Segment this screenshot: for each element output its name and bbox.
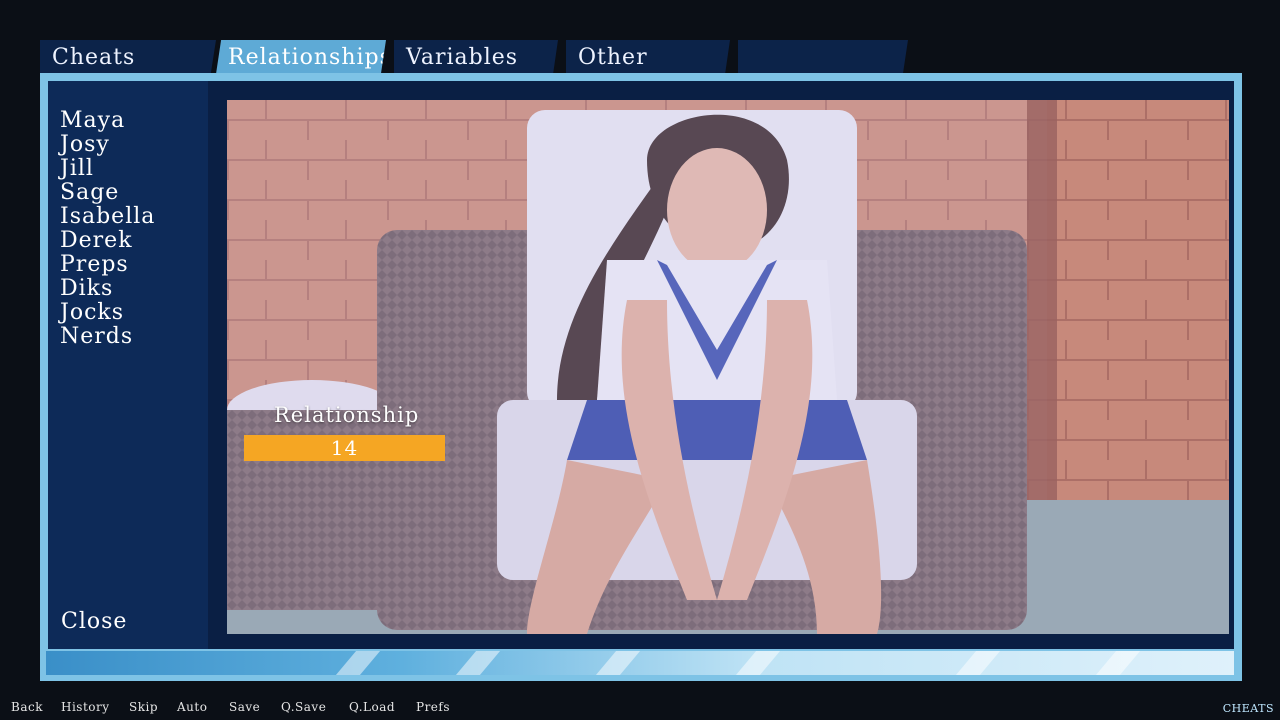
quick-back-button[interactable]: Back bbox=[11, 700, 43, 714]
tab-variables[interactable]: Variables bbox=[394, 40, 558, 74]
quick-qload-button[interactable]: Q.Load bbox=[349, 700, 395, 714]
character-item-jocks[interactable]: Jocks bbox=[60, 301, 155, 325]
bar-stripe bbox=[455, 651, 501, 675]
tab-cheats[interactable]: Cheats bbox=[40, 40, 216, 74]
cheats-corner-button[interactable]: CHEATS bbox=[1223, 702, 1274, 715]
relationship-value: 14 bbox=[330, 436, 359, 460]
panel-bottom-bar bbox=[46, 651, 1234, 675]
quick-prefs-button[interactable]: Prefs bbox=[416, 700, 450, 714]
character-item-jill[interactable]: Jill bbox=[60, 157, 155, 181]
character-item-nerds[interactable]: Nerds bbox=[60, 325, 155, 349]
character-item-sage[interactable]: Sage bbox=[60, 181, 155, 205]
character-item-maya[interactable]: Maya bbox=[60, 109, 155, 133]
tab-bar: Cheats Relationships Variables Other bbox=[40, 40, 908, 74]
tab-other[interactable]: Other bbox=[566, 40, 730, 74]
character-item-josy[interactable]: Josy bbox=[60, 133, 155, 157]
bar-stripe bbox=[735, 651, 781, 675]
character-list: Maya Josy Jill Sage Isabella Derek Preps… bbox=[60, 109, 155, 349]
close-button[interactable]: Close bbox=[61, 609, 127, 634]
tab-empty[interactable] bbox=[738, 40, 908, 74]
quick-save-button[interactable]: Save bbox=[229, 700, 260, 714]
character-item-isabella[interactable]: Isabella bbox=[60, 205, 155, 229]
tab-relationships[interactable]: Relationships bbox=[216, 40, 386, 74]
character-item-diks[interactable]: Diks bbox=[60, 277, 155, 301]
character-item-preps[interactable]: Preps bbox=[60, 253, 155, 277]
quick-history-button[interactable]: History bbox=[61, 700, 110, 714]
quick-auto-button[interactable]: Auto bbox=[177, 700, 207, 714]
panel-inner: Maya Josy Jill Sage Isabella Derek Preps… bbox=[48, 81, 1234, 649]
quick-menu: Back History Skip Auto Save Q.Save Q.Loa… bbox=[0, 698, 1280, 718]
relationship-bar: 14 bbox=[244, 435, 445, 461]
quick-qsave-button[interactable]: Q.Save bbox=[281, 700, 326, 714]
bar-stripe bbox=[335, 651, 381, 675]
quick-skip-button[interactable]: Skip bbox=[129, 700, 158, 714]
bar-stripe bbox=[595, 651, 641, 675]
portrait-illustration bbox=[227, 100, 1229, 634]
bar-stripe bbox=[1095, 651, 1141, 675]
character-portrait bbox=[227, 100, 1229, 634]
relationship-label: Relationship bbox=[274, 403, 420, 427]
main-panel: Maya Josy Jill Sage Isabella Derek Preps… bbox=[40, 73, 1242, 681]
bar-stripe bbox=[955, 651, 1001, 675]
character-item-derek[interactable]: Derek bbox=[60, 229, 155, 253]
